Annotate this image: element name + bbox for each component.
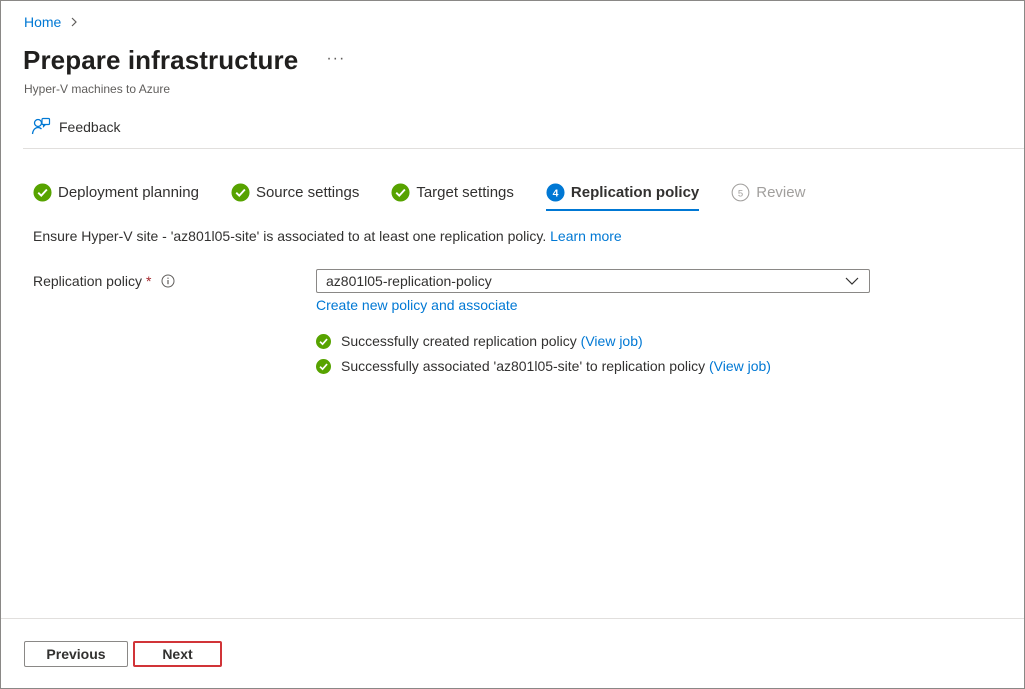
check-circle-icon [391,182,410,202]
page-title: Prepare infrastructure [23,45,299,75]
title-row: Prepare infrastructure ··· [23,45,345,76]
step-label: Source settings [255,183,360,201]
more-options-button[interactable]: ··· [326,50,345,68]
chevron-down-icon [845,277,859,285]
step-deployment-planning[interactable]: Deployment planning [33,179,199,205]
svg-text:4: 4 [552,188,558,199]
feedback-button[interactable]: Feedback [31,117,120,137]
info-message: Ensure Hyper-V site - 'az801l05-site' is… [33,228,622,244]
required-indicator: * [145,273,152,289]
replication-policy-dropdown[interactable]: az801l05-replication-policy [316,269,870,293]
info-icon[interactable] [161,274,175,288]
page-frame: Home Prepare infrastructure ··· Hyper-V … [0,0,1025,689]
step-number-icon: 5 [731,183,750,201]
next-button[interactable]: Next [133,641,222,667]
success-check-icon [316,333,331,349]
step-label: Replication policy [570,183,700,201]
step-label: Review [756,183,806,201]
step-replication-policy[interactable]: 4 Replication policy [545,179,700,211]
step-label: Deployment planning [58,183,199,201]
info-text: Ensure Hyper-V site - 'az801l05-site' is… [33,228,547,244]
success-message: Successfully associated 'az801l05-site' … [316,358,771,374]
chevron-right-icon [71,17,78,27]
feedback-person-icon [31,117,51,135]
view-job-link[interactable]: (View job) [709,358,771,374]
footer-divider [1,618,1024,619]
toolbar-divider [23,148,1024,149]
step-number-icon: 4 [546,182,565,202]
breadcrumb: Home [24,14,79,30]
breadcrumb-home-link[interactable]: Home [24,14,61,30]
create-new-policy-link[interactable]: Create new policy and associate [316,297,518,313]
field-label-text: Replication policy [33,273,142,289]
learn-more-link[interactable]: Learn more [550,228,622,244]
page-subtitle: Hyper-V machines to Azure [24,82,171,96]
replication-policy-label: Replication policy * [33,273,175,289]
check-circle-icon [33,182,52,202]
wizard-steps: Deployment planning Source settings Targ… [33,179,837,213]
message-text: Successfully associated 'az801l05-site' … [341,358,706,374]
message-text: Successfully created replication policy [341,333,577,349]
step-review: 5 Review [731,179,805,205]
feedback-label: Feedback [59,119,121,135]
step-label: Target settings [416,183,514,201]
dropdown-selected-value: az801l05-replication-policy [326,273,492,289]
success-check-icon [316,358,331,374]
previous-button[interactable]: Previous [24,641,128,667]
view-job-link[interactable]: (View job) [581,333,643,349]
step-target-settings[interactable]: Target settings [391,179,514,205]
check-circle-icon [231,182,250,202]
step-source-settings[interactable]: Source settings [231,179,359,205]
svg-text:5: 5 [738,188,743,199]
success-message: Successfully created replication policy … [316,333,643,349]
